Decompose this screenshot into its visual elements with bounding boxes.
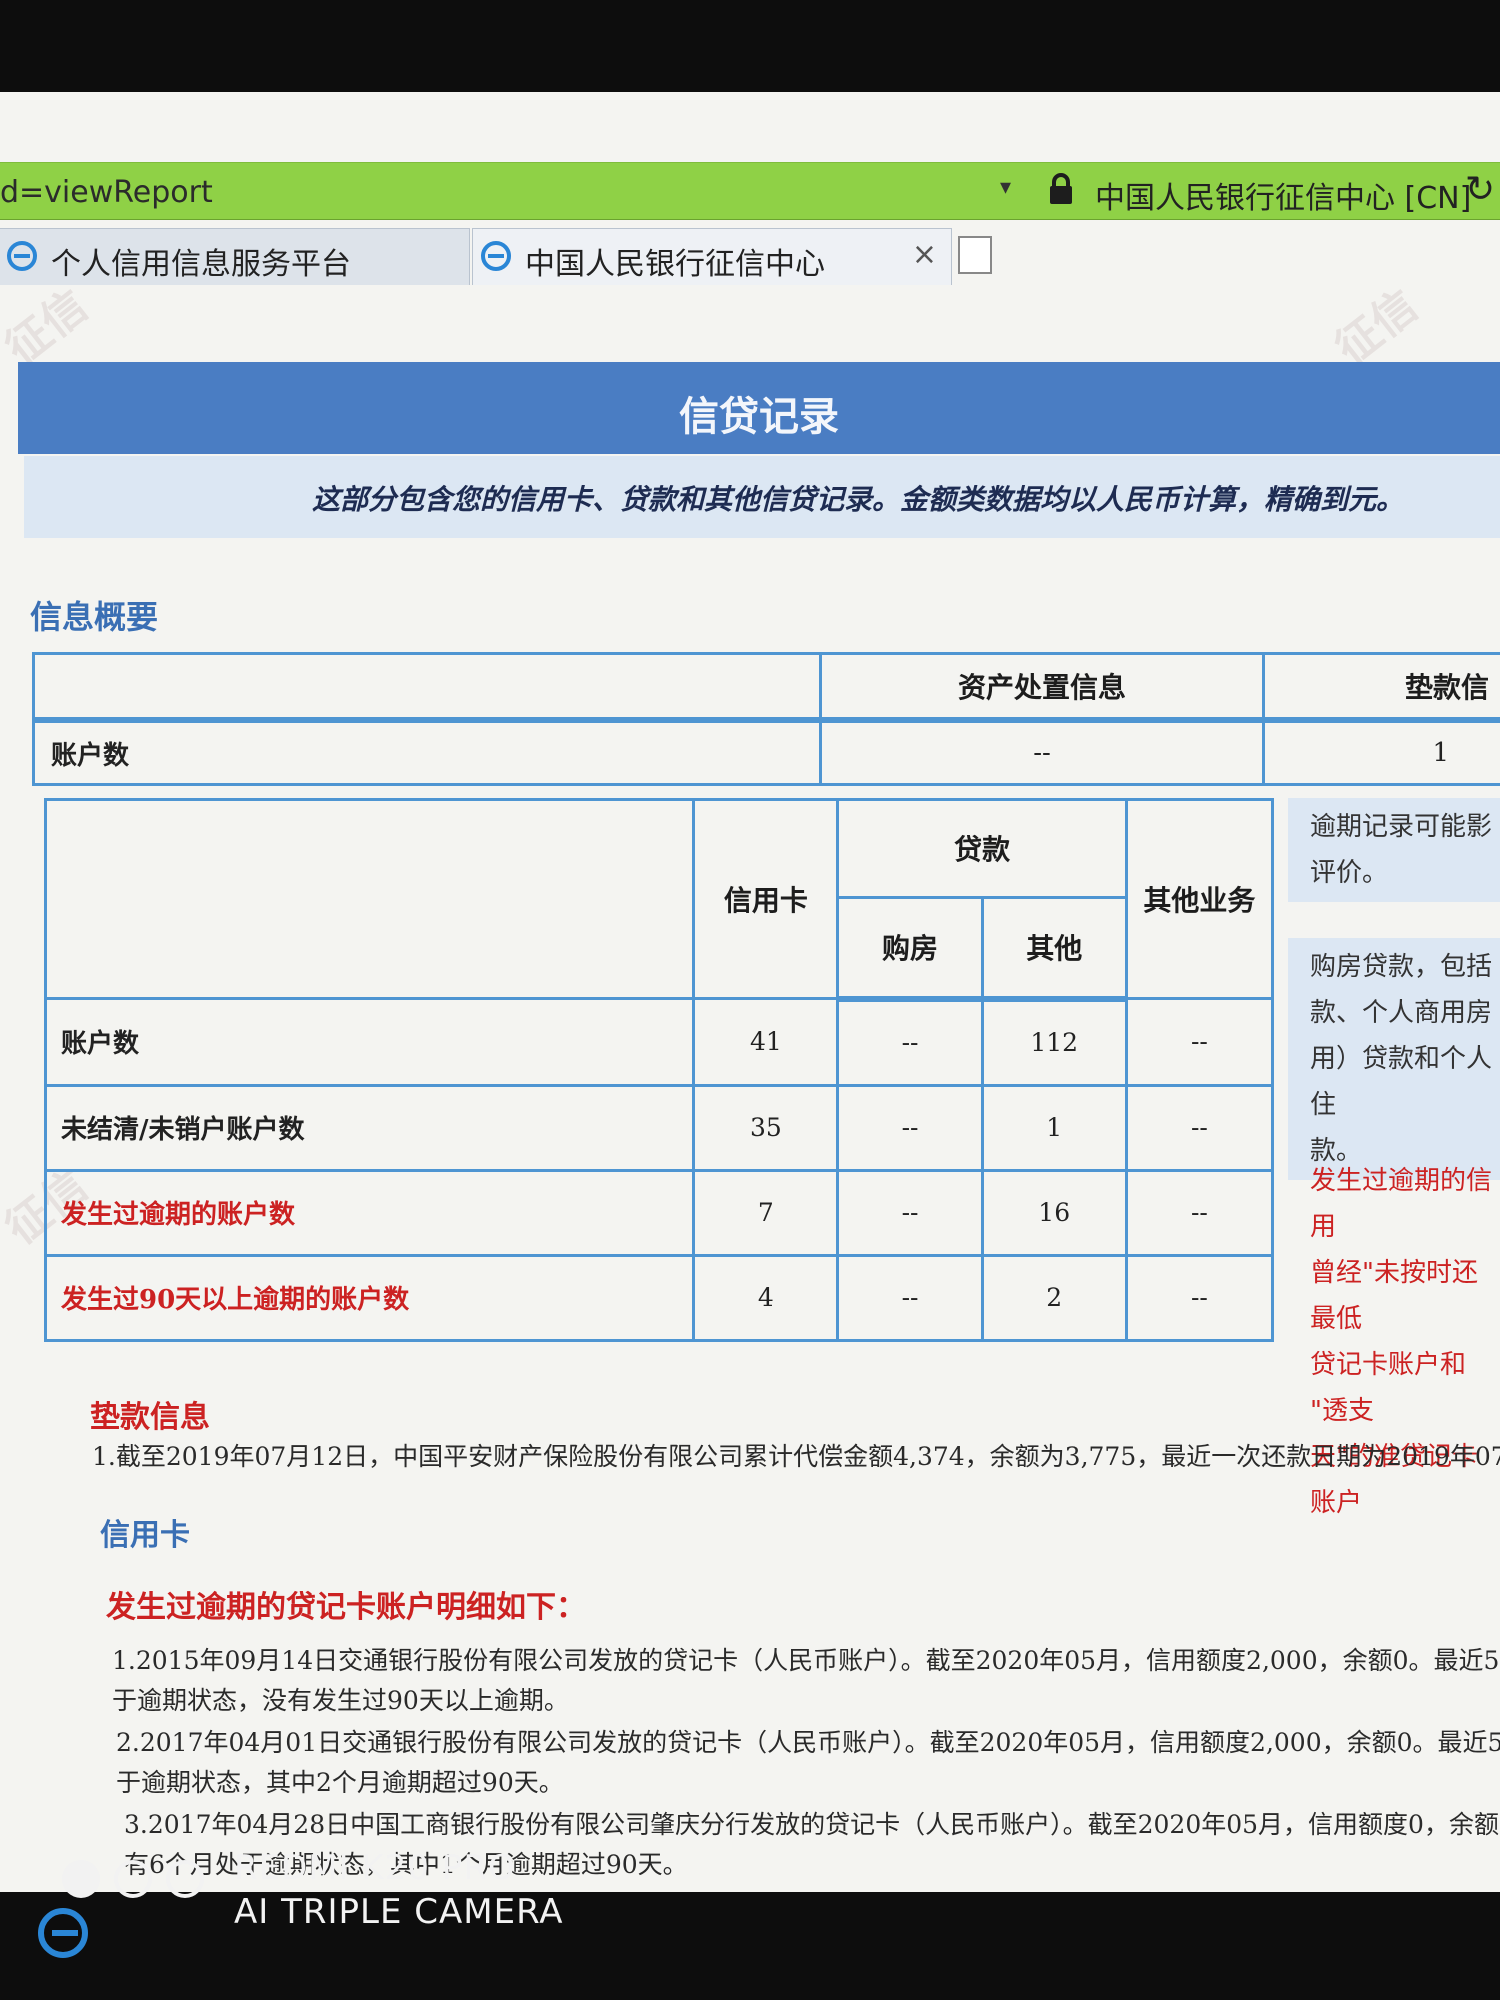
side-note-line: 贷记卡账户和 "透支 [1310,1350,1467,1426]
camera-watermark-model: REDMI K20 PRO [234,1848,516,1888]
tab-credit-service-platform[interactable]: 个人信用信息服务平台 [0,228,470,285]
table-row: 未结清/未销户账户数 35 -- 1 -- [43,1083,1275,1172]
dropdown-arrow-icon[interactable]: ▾ [1000,175,1011,200]
section-intro: 这部分包含您的信用卡、贷款和其他信贷记录。金额类数据均以人民币计算，精确到元。 [24,456,1500,538]
ie-icon [7,241,37,271]
table-header-cell: 资产处置信息 [819,652,1265,723]
site-identity[interactable]: 中国人民银行征信中心 [CN] [1095,173,1471,217]
side-note-line: 用）贷款和个人住 [1310,1044,1493,1120]
detail-line: 于逾期状态，没有发生过90天以上逾期。 [112,1686,569,1715]
table-cell: -- [836,997,984,1087]
table-cell: 2 [980,1253,1128,1342]
table-cell: -- [836,1083,984,1172]
camera-dot-icon [166,1860,204,1898]
table-row: 发生过逾期的账户数 7 -- 16 -- [43,1168,1275,1257]
new-tab-icon[interactable] [958,236,992,274]
side-note-line: 逾期记录可能影 [1310,812,1493,842]
close-icon[interactable]: × [912,237,937,272]
detail-line: 1.2015年09月14日交通银行股份有限公司发放的贷记卡（人民币账户）。截至2… [112,1646,1500,1675]
refresh-icon[interactable]: ↻ [1465,169,1495,210]
table-row: 账户数 -- 1 [32,718,1500,786]
row-label: 未结清/未销户账户数 [43,1083,696,1172]
side-note-line: 发生过逾期的信用 [1310,1166,1493,1242]
table-cell: -- [1124,997,1275,1087]
table-cell: -- [1124,1168,1275,1257]
monitor-screen: d=viewReport ▾ 中国人民银行征信中心 [CN] ↻ 个人信用信息服… [0,92,1500,1892]
table-cell: -- [836,1168,984,1257]
account-summary-table: 信用卡 贷款 其他业务 购房 其他 账户数 41 -- 112 -- 未结清/未… [43,798,1275,1342]
header-other: 其他 [980,895,1128,1002]
table-row: 账户数 41 -- 112 -- [43,997,1275,1087]
table-header-cell [43,798,696,1000]
banner-title: 信贷记录 [679,393,839,440]
summary-title: 信息概要 [30,598,159,636]
tab-pboc-credit-center[interactable]: 中国人民银行征信中心 × [472,228,952,285]
table-header-cell [32,652,822,723]
side-note-line: 款、个人商用房 [1310,998,1493,1028]
row-label: 账户数 [43,997,696,1087]
advance-text: 1.截至2019年07月12日，中国平安财产保险股份有限公司累计代偿金额4,37… [92,1442,1500,1471]
side-note-line: 购房贷款，包括 [1310,952,1493,982]
tab-strip: 个人信用信息服务平台 中国人民银行征信中心 × [0,228,1500,288]
credit-card-title: 信用卡 [100,1518,190,1553]
row-label: 发生过逾期的账户数 [43,1168,696,1257]
side-note-housing-loan: 购房贷款，包括 款、个人商用房 用）贷款和个人住 款。 [1288,938,1500,1180]
tab-label: 个人信用信息服务平台 [51,247,351,282]
ie-icon [481,241,511,271]
lock-icon [1050,173,1072,204]
summary-table-top: 资产处置信息 垫款信 账户数 -- 1 [32,652,1500,786]
tab-label: 中国人民银行征信中心 [525,247,825,282]
camera-watermark-caption: AI TRIPLE CAMERA [234,1892,564,1932]
header-loan: 贷款 [836,798,1128,899]
detail-line: 于逾期状态，其中2个月逾期超过90天。 [116,1768,564,1797]
table-cell: 7 [692,1168,840,1257]
table-header-cell: 垫款信 [1262,652,1500,723]
header-other-business: 其他业务 [1124,798,1275,1000]
table-cell: 41 [692,997,840,1087]
advance-title: 垫款信息 [90,1400,210,1435]
header-housing: 购房 [836,895,984,1002]
overdue-detail-title: 发生过逾期的贷记卡账户明细如下： [106,1590,586,1625]
detail-line: 2.2017年04月01日交通银行股份有限公司发放的贷记卡（人民币账户）。截至2… [116,1728,1500,1757]
side-note-line: 曾经"未按时还最低 [1310,1258,1478,1334]
side-note-line: 评价。 [1310,858,1389,888]
table-header-row: 信用卡 贷款 其他业务 [43,798,1275,1000]
table-row: 发生过90天以上逾期的账户数 4 -- 2 -- [43,1253,1275,1342]
side-note-overdue-impact: 逾期记录可能影 评价。 [1288,798,1500,902]
table-cell: 4 [692,1253,840,1342]
table-cell: -- [819,718,1265,786]
table-cell: 16 [980,1168,1128,1257]
table-header-row: 资产处置信息 垫款信 [32,652,1500,723]
table-cell: 35 [692,1083,840,1172]
table-cell: -- [1124,1253,1275,1342]
address-bar[interactable]: d=viewReport ▾ 中国人民银行征信中心 [CN] ↻ [0,162,1500,220]
camera-dot-icon [114,1860,152,1898]
table-cell: -- [1124,1083,1275,1172]
table-cell: 112 [980,997,1128,1087]
detail-line: 3.2017年04月28日中国工商银行股份有限公司肇庆分行发放的贷记卡（人民币账… [124,1810,1500,1839]
url-text[interactable]: d=viewReport [0,175,213,210]
camera-dot-icon [62,1860,100,1898]
table-cell: 1 [1262,718,1500,786]
row-label: 发生过90天以上逾期的账户数 [43,1253,696,1342]
table-cell: 1 [980,1083,1128,1172]
intro-text: 这部分包含您的信用卡、贷款和其他信贷记录。金额类数据均以人民币计算，精确到元。 [312,483,1405,516]
section-banner: 信贷记录 [18,362,1500,454]
table-cell: -- [836,1253,984,1342]
ie-icon[interactable] [38,1908,88,1958]
row-label: 账户数 [32,718,822,786]
header-credit-card: 信用卡 [692,798,840,1000]
